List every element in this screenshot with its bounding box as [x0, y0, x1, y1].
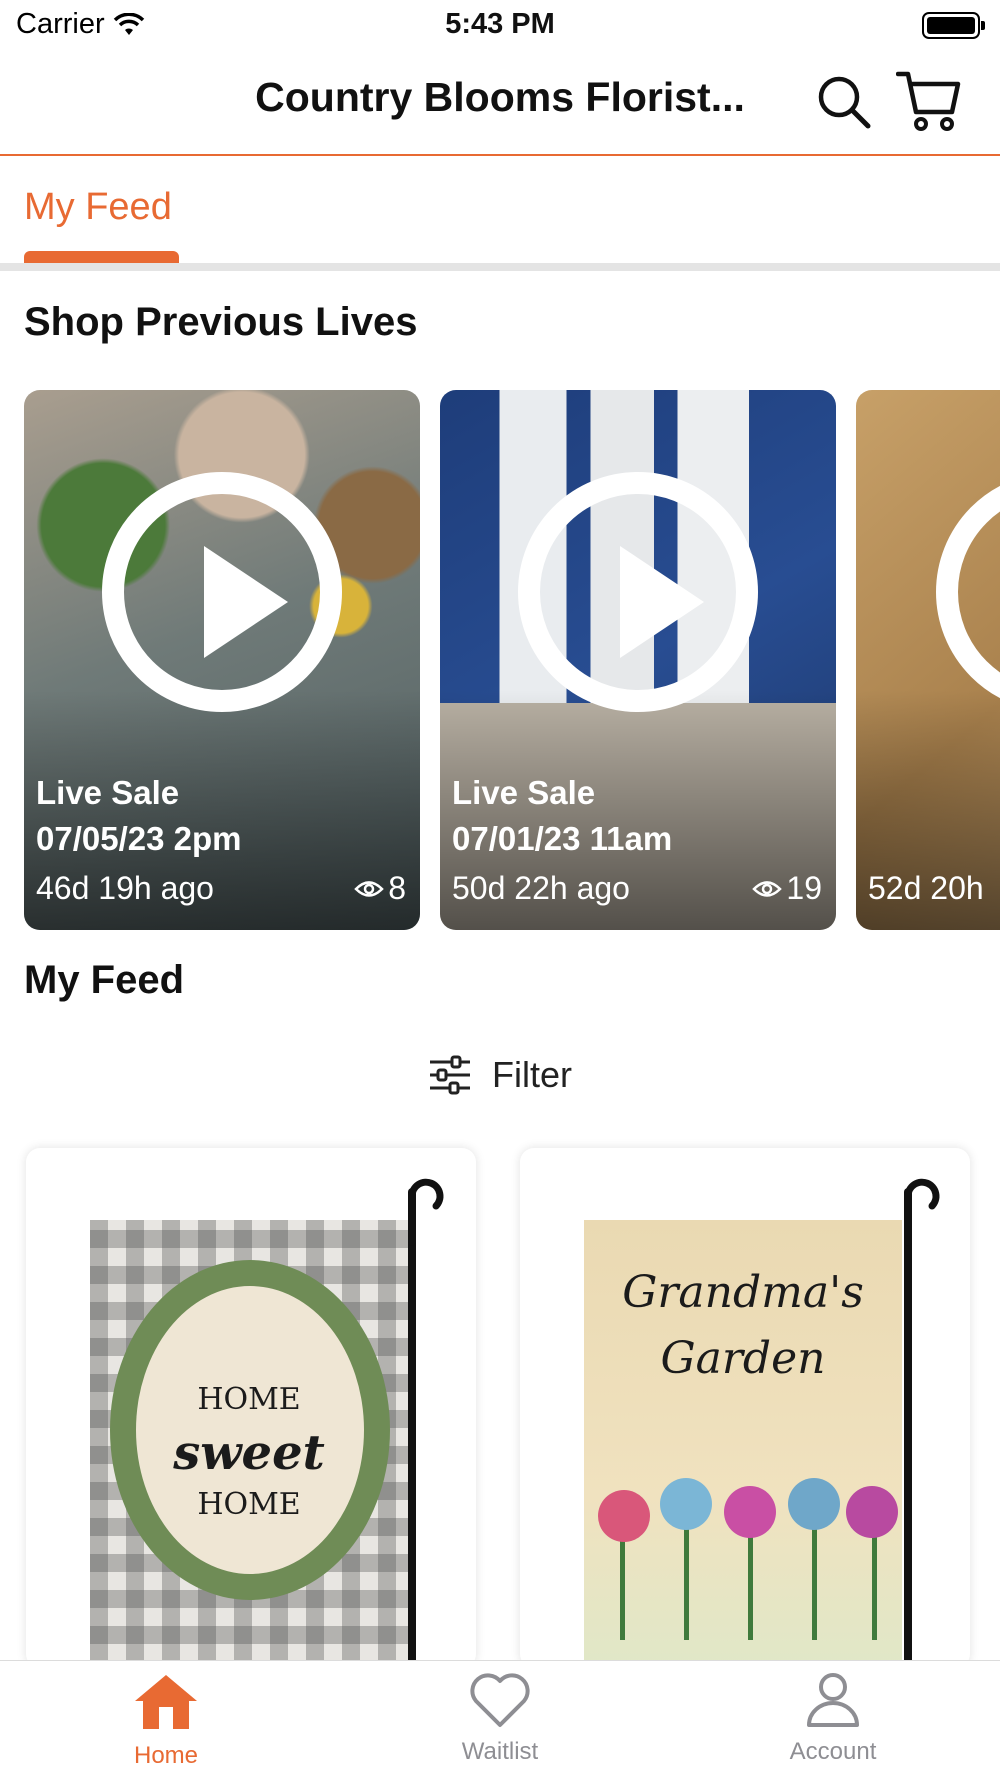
nav-header: Country Blooms Florist...	[0, 52, 1000, 156]
view-count: 19	[752, 870, 822, 907]
live-label: Live Sale	[36, 774, 180, 811]
live-card[interactable]: Live Sale 07/01/23 11am 50d 22h ago 19	[440, 390, 836, 930]
battery-icon	[922, 12, 985, 39]
live-card[interactable]: 52d 20h	[856, 390, 1000, 930]
tab-account-label: Account	[789, 1738, 877, 1765]
product-card[interactable]: Grandma's Garden	[520, 1148, 970, 1668]
search-icon[interactable]	[816, 74, 872, 130]
product-artwork: HOME sweet HOME	[173, 1382, 325, 1523]
live-ago: 52d 20h	[868, 870, 984, 906]
previous-lives-carousel[interactable]: Live Sale 07/05/23 2pm 46d 19h ago 8 Liv…	[0, 390, 1000, 930]
live-ago: 50d 22h ago	[452, 870, 630, 906]
status-bar: Carrier 5:43 PM	[0, 0, 1000, 52]
eye-icon	[752, 880, 783, 897]
tab-waitlist[interactable]: Waitlist	[400, 1671, 600, 1766]
sliders-icon	[430, 1055, 470, 1095]
play-icon[interactable]	[936, 472, 1000, 712]
live-card[interactable]: Live Sale 07/05/23 2pm 46d 19h ago 8	[24, 390, 420, 930]
filter-label: Filter	[492, 1054, 572, 1095]
tab-divider	[0, 263, 1000, 271]
play-icon[interactable]	[518, 472, 758, 712]
filter-button[interactable]: Filter	[0, 1040, 1000, 1110]
person-icon	[807, 1673, 859, 1727]
section-title-previous-lives: Shop Previous Lives	[24, 300, 418, 344]
cart-icon[interactable]	[896, 70, 962, 132]
eye-icon	[354, 880, 384, 897]
tab-my-feed[interactable]: My Feed	[24, 186, 172, 229]
clock: 5:43 PM	[445, 8, 555, 40]
product-image: Grandma's Garden	[584, 1220, 902, 1668]
tab-home-label: Home	[133, 1742, 199, 1769]
view-count-value: 8	[388, 870, 406, 906]
tab-home[interactable]: Home	[66, 1671, 266, 1770]
play-icon[interactable]	[102, 472, 342, 712]
product-artwork: Grandma's Garden	[622, 1267, 864, 1384]
live-date: 07/05/23 2pm	[36, 820, 242, 857]
home-icon	[135, 1675, 197, 1729]
live-label: Live Sale	[452, 774, 596, 811]
product-card[interactable]: HOME sweet HOME	[26, 1148, 476, 1668]
tab-active-indicator	[24, 251, 179, 263]
product-image: HOME sweet HOME	[90, 1220, 408, 1668]
tab-account[interactable]: Account	[733, 1671, 933, 1766]
heart-icon	[470, 1673, 530, 1727]
tab-strip: My Feed	[0, 158, 1000, 272]
view-count: 8	[354, 870, 406, 907]
page-title: Country Blooms Florist...	[255, 74, 745, 120]
section-title-feed: My Feed	[24, 958, 185, 1002]
live-ago: 46d 19h ago	[36, 870, 214, 906]
live-date: 07/01/23 11am	[452, 820, 673, 857]
tab-waitlist-label: Waitlist	[461, 1738, 539, 1765]
tab-bar: Home Waitlist Account	[0, 1660, 1000, 1778]
view-count-value: 19	[786, 870, 822, 906]
